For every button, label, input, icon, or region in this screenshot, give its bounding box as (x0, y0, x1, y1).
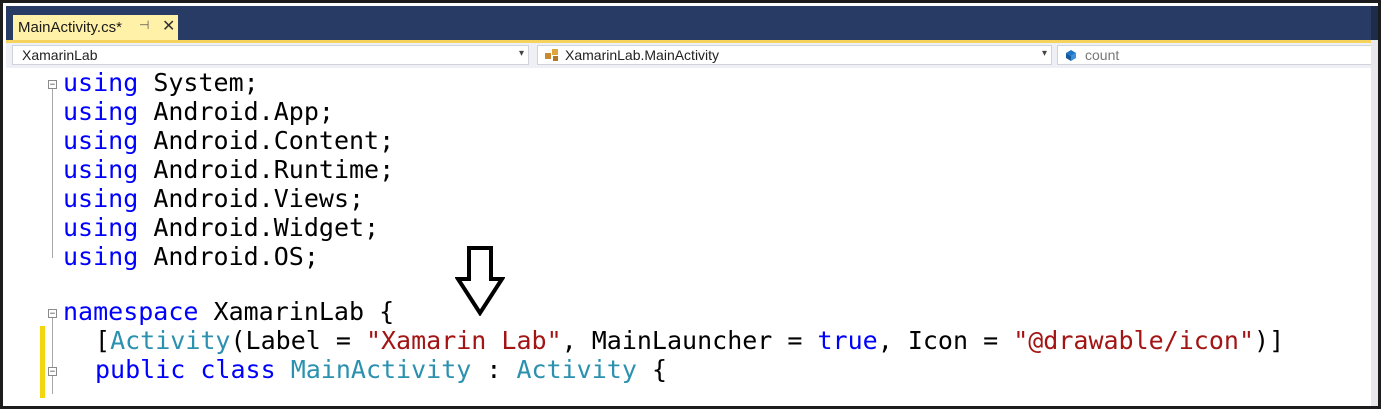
code-line: namespace XamarinLab { (63, 297, 395, 326)
chevron-down-icon: ▾ (518, 48, 524, 59)
code-line: using Android.Content; (63, 126, 395, 155)
editor-window: MainActivity.cs* ⊣ ✕ XamarinLab ▾ Xamari… (0, 0, 1381, 409)
outline-guide (52, 314, 53, 394)
tab-mainactivity[interactable]: MainActivity.cs* ⊣ ✕ (13, 15, 178, 40)
code-editor[interactable]: − − − using System; using Android.App; u… (6, 68, 1371, 403)
change-marker (40, 326, 45, 398)
code-line: using System; (63, 68, 259, 97)
type-dropdown-value: XamarinLab.MainActivity (565, 47, 720, 63)
code-line: using Android.OS; (63, 242, 319, 271)
collapse-toggle[interactable]: − (48, 367, 57, 377)
chevron-down-icon: ▾ (1041, 48, 1047, 59)
code-line: [Activity(Label = "Xamarin Lab", MainLau… (95, 326, 1285, 355)
project-dropdown-value: XamarinLab (22, 47, 98, 63)
class-icon (544, 48, 560, 62)
collapse-toggle[interactable]: − (48, 309, 57, 319)
tab-title: MainActivity.cs* (18, 19, 122, 36)
code-line: using Android.Views; (63, 184, 365, 213)
close-icon[interactable]: ✕ (162, 16, 175, 36)
code-line: public class MainActivity : Activity { (95, 355, 667, 384)
code-line: using Android.Widget; (63, 213, 380, 242)
member-dropdown[interactable]: count (1057, 45, 1373, 65)
vertical-scrollbar[interactable] (1371, 40, 1378, 406)
code-line: using Android.App; (63, 97, 334, 126)
down-arrow-icon (455, 246, 505, 316)
member-dropdown-value: count (1085, 47, 1120, 63)
outline-guide (52, 84, 53, 258)
type-dropdown[interactable]: XamarinLab.MainActivity ▾ (537, 45, 1052, 65)
pin-icon[interactable]: ⊣ (139, 18, 149, 32)
project-dropdown[interactable]: XamarinLab ▾ (12, 45, 529, 65)
code-line: using Android.Runtime; (63, 155, 395, 184)
navigation-bar: XamarinLab ▾ XamarinLab.MainActivity ▾ c… (6, 43, 1373, 69)
tabbar-edge (1371, 6, 1378, 40)
document-tab-bar: MainActivity.cs* ⊣ ✕ (6, 6, 1378, 43)
collapse-toggle[interactable]: − (48, 80, 57, 90)
field-icon (1064, 48, 1080, 62)
